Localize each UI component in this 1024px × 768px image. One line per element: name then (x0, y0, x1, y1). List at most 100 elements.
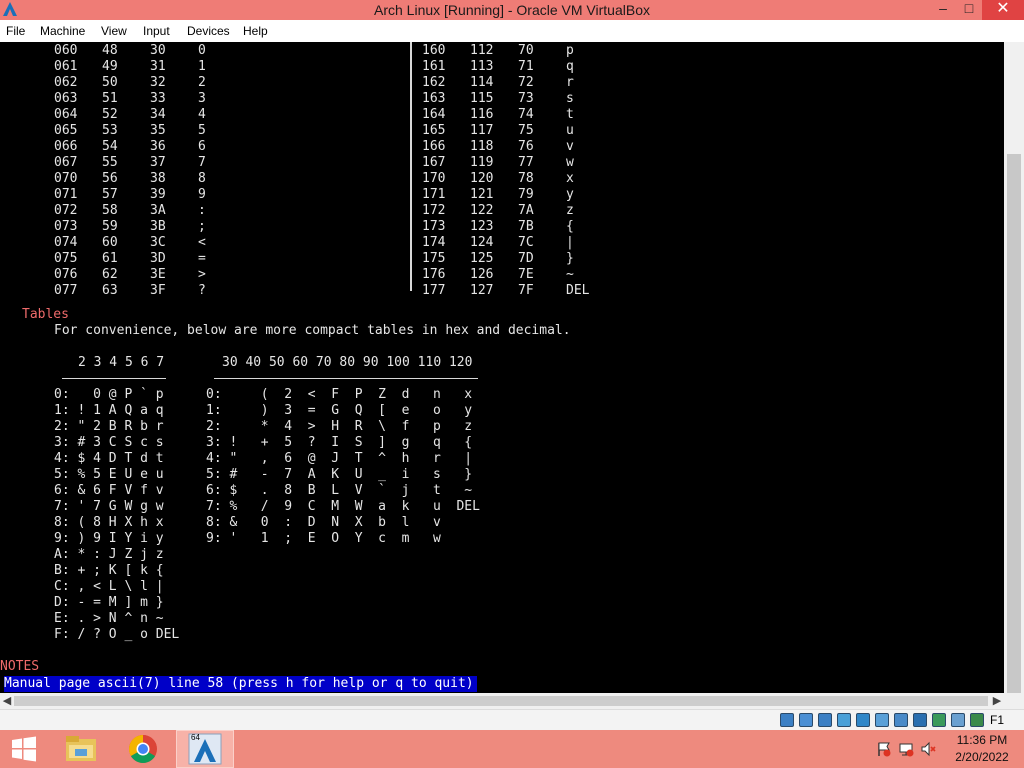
ascii-dec: 120 (470, 171, 494, 186)
vm-status-bar: F1 (0, 709, 1024, 730)
ascii-hex: 7D (518, 251, 534, 266)
start-button[interactable] (0, 730, 50, 768)
optical-drive-icon[interactable] (799, 713, 813, 727)
ascii-dec: 126 (470, 267, 494, 282)
ascii-char: w (566, 155, 574, 170)
ascii-oct: 166 (422, 139, 446, 154)
taskbar-clock-date[interactable]: 2/20/2022 (950, 750, 1014, 764)
usb-icon[interactable] (856, 713, 870, 727)
dec-table-rule (214, 378, 478, 379)
close-button[interactable]: ✕ (982, 0, 1024, 20)
ascii-oct: 163 (422, 91, 446, 106)
notes-heading: NOTES (0, 659, 40, 674)
ascii-row-right: 175 125 7D} (0, 251, 1000, 267)
scroll-corner (1004, 693, 1024, 709)
ascii-hex: 7E (518, 267, 534, 282)
hex-table-row: B: + ; K [ k { (54, 563, 164, 578)
pager-status-line: Manual page ascii(7) line 58 (press h fo… (4, 676, 477, 692)
ascii-oct: 177 (422, 283, 446, 298)
ascii-row-right: 162 114 72 r (0, 75, 1000, 91)
ascii-char: x (566, 171, 574, 186)
ascii-char: DEL (566, 283, 590, 298)
dec-table-row: 6: $ . 8 B L V ` j t ~ (206, 483, 473, 498)
taskbar-virtualbox[interactable]: 64 (176, 730, 234, 768)
menu-devices[interactable]: Devices (187, 24, 230, 38)
menu-view[interactable]: View (101, 24, 127, 38)
ascii-dec: 122 (470, 203, 494, 218)
ascii-oct: 167 (422, 155, 446, 170)
ascii-oct: 174 (422, 235, 446, 250)
video-capture-icon[interactable] (913, 713, 927, 727)
ascii-row-right: 164 116 74 t (0, 107, 1000, 123)
shared-folders-icon[interactable] (875, 713, 889, 727)
hex-table-row: 2: " 2 B R b r (54, 419, 164, 434)
ascii-row-right: 165 117 75 u (0, 123, 1000, 139)
hex-table-header: 2 3 4 5 6 7 (78, 355, 165, 370)
menu-input[interactable]: Input (143, 24, 170, 38)
dec-table-header: 30 40 50 60 70 80 90 100 110 120 (222, 355, 473, 370)
ascii-oct: 176 (422, 267, 446, 282)
cpu-icon[interactable] (951, 713, 965, 727)
ascii-dec: 119 (470, 155, 494, 170)
hex-table-row: D: - = M ] m } (54, 595, 164, 610)
maximize-button[interactable]: □ (956, 0, 982, 20)
ascii-row-right: 170 120 78 x (0, 171, 1000, 187)
hex-table-row: E: . > N ^ n ~ (54, 611, 164, 626)
ascii-row-right: 174 124 7C | (0, 235, 1000, 251)
capture-icon[interactable] (970, 713, 984, 727)
action-center-flag-icon[interactable] (876, 741, 892, 757)
dec-table-row: 1: ) 3 = G Q [ e o y (206, 403, 473, 418)
ascii-char: z (566, 203, 574, 218)
window-titlebar[interactable]: Arch Linux [Running] - Oracle VM Virtual… (0, 0, 1024, 20)
scroll-right-arrow-icon[interactable]: ▶ (990, 693, 1004, 709)
scroll-left-arrow-icon[interactable]: ◀ (0, 693, 14, 709)
horizontal-scroll-thumb[interactable] (14, 696, 988, 706)
windows-taskbar: 64 11:36 PM 2/20/2022 (0, 730, 1024, 768)
dec-table-row: 3: ! + 5 ? I S ] g q { (206, 435, 473, 450)
system-tray[interactable] (872, 730, 944, 768)
vertical-scrollbar[interactable] (1004, 42, 1024, 693)
mouse-integration-icon[interactable] (932, 713, 946, 727)
ascii-hex: 72 (518, 75, 534, 90)
menu-help[interactable]: Help (243, 24, 268, 38)
ascii-oct: 165 (422, 123, 446, 138)
audio-icon[interactable] (818, 713, 832, 727)
hex-table-row: 9: ) 9 I Y i y (54, 531, 164, 546)
ascii-dec: 117 (470, 123, 494, 138)
volume-muted-icon[interactable] (920, 741, 936, 757)
dec-table-row: 9: ' 1 ; E O Y c m w (206, 531, 441, 546)
menu-machine[interactable]: Machine (40, 24, 85, 38)
ascii-hex: 71 (518, 59, 534, 74)
taskbar-file-explorer[interactable] (58, 730, 104, 768)
taskbar-clock-time[interactable]: 11:36 PM (950, 733, 1014, 747)
ascii-dec: 121 (470, 187, 494, 202)
hard-disk-icon[interactable] (780, 713, 794, 727)
ascii-hex: 73 (518, 91, 534, 106)
menu-file[interactable]: File (6, 24, 25, 38)
network-icon[interactable] (898, 741, 914, 757)
ascii-hex: 77 (518, 155, 534, 170)
ascii-dec: 114 (470, 75, 494, 90)
ascii-char: ~ (566, 267, 574, 282)
ascii-row-right: 161 113 71 q (0, 59, 1000, 75)
host-key-label: F1 (990, 713, 1005, 727)
display-icon[interactable] (894, 713, 908, 727)
ascii-oct: 175 (422, 251, 446, 266)
ascii-oct: 173 (422, 219, 446, 234)
ascii-row-right: 176 126 7E ~ (0, 267, 1000, 283)
hex-table-row: A: * : J Z j z (54, 547, 164, 562)
hex-table-row: C: , < L \ l | (54, 579, 164, 594)
ascii-oct: 170 (422, 171, 446, 186)
ascii-char: p (566, 43, 574, 58)
ascii-char: v (566, 139, 574, 154)
ascii-dec: 125 (470, 251, 494, 266)
vertical-scroll-thumb[interactable] (1007, 154, 1021, 693)
dec-table-row: 7: % / 9 C M W a k u DEL (206, 499, 480, 514)
network-icon[interactable] (837, 713, 851, 727)
taskbar-chrome[interactable] (120, 730, 166, 768)
ascii-char: } (566, 251, 574, 266)
horizontal-scrollbar[interactable]: ◀ ▶ (0, 693, 1004, 709)
minimize-button[interactable]: – (930, 0, 956, 20)
ascii-row-right: 166 118 76 v (0, 139, 1000, 155)
vm-console-screen[interactable]: 060 48 30 0 061 49 31 1 062 50 32 2 063 51 33 3 064 52 34 4… (0, 42, 1004, 693)
